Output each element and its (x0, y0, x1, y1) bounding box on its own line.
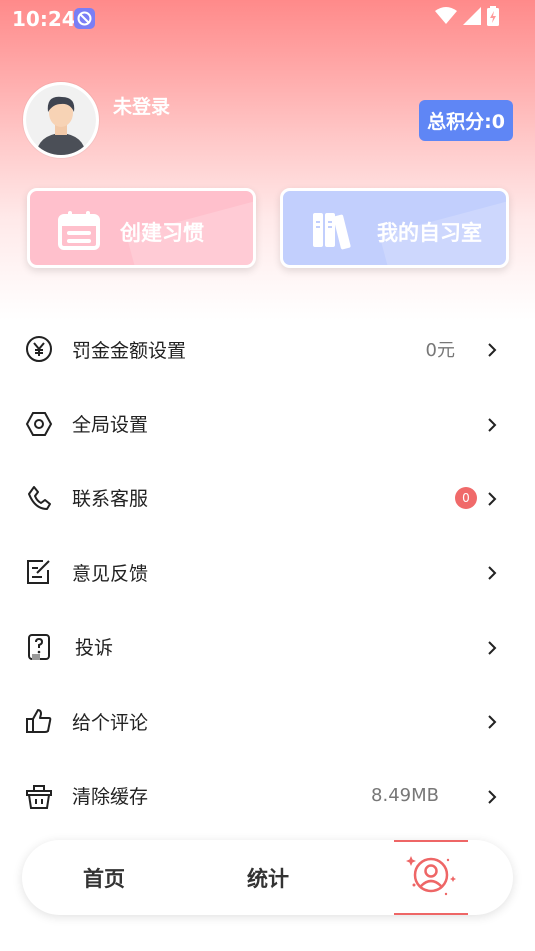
menu-label: 意见反馈 (72, 562, 149, 585)
unread-badge: 0 (455, 486, 477, 509)
complaint-icon (25, 633, 53, 661)
status-time: 10:24 (12, 7, 76, 31)
wifi-icon (435, 7, 457, 29)
bottom-navigation: 首页 统计 (22, 840, 513, 915)
thumbs-up-icon (25, 707, 53, 735)
yen-icon (25, 335, 53, 363)
tab-home[interactable]: 首页 (62, 840, 146, 915)
feedback-edit-icon (25, 558, 53, 586)
signal-icon (463, 7, 481, 29)
basket-icon (25, 782, 53, 810)
phone-icon (25, 484, 53, 512)
cache-size-value: 8.49MB (371, 785, 439, 807)
settings-menu: 罚金金额设置 0元 全局设置 联系客服 0 意见反馈 投诉 给个评论 清除缓存 … (0, 312, 535, 833)
chevron-right-icon (485, 417, 499, 432)
chevron-right-icon (485, 789, 499, 804)
study-room-button[interactable]: 我的自习室 (280, 188, 509, 268)
chevron-right-icon (485, 342, 499, 357)
menu-item-global-settings[interactable]: 全局设置 (0, 386, 535, 460)
login-status[interactable]: 未登录 (113, 92, 170, 119)
chevron-right-icon (485, 640, 499, 655)
menu-label: 给个评论 (72, 711, 149, 734)
menu-item-feedback[interactable]: 意见反馈 (0, 535, 535, 609)
chevron-right-icon (485, 491, 499, 506)
points-badge[interactable]: 总积分:0 (419, 100, 513, 141)
menu-item-review[interactable]: 给个评论 (0, 684, 535, 758)
settings-hex-icon (25, 410, 53, 438)
fine-amount-value: 0元 (425, 340, 455, 362)
status-bar: 10:24 (0, 0, 535, 38)
tab-stats[interactable]: 统计 (226, 840, 310, 915)
create-habit-label: 创建习惯 (120, 221, 204, 245)
calendar-icon (58, 209, 100, 251)
menu-label: 全局设置 (72, 414, 149, 437)
books-icon (311, 209, 353, 251)
create-habit-button[interactable]: 创建习惯 (27, 188, 256, 268)
profile-icon (402, 850, 460, 905)
chevron-right-icon (485, 565, 499, 581)
menu-label: 联系客服 (72, 488, 149, 511)
notification-app-icon (74, 8, 95, 29)
menu-label: 投诉 (75, 637, 114, 660)
menu-item-customer-service[interactable]: 联系客服 0 (0, 461, 535, 535)
chevron-right-icon (485, 714, 499, 729)
battery-icon (487, 6, 499, 30)
tab-profile[interactable] (394, 840, 468, 915)
study-room-label: 我的自习室 (377, 221, 482, 245)
menu-item-clear-cache[interactable]: 清除缓存 8.49MB (0, 758, 535, 832)
header-background (0, 0, 535, 320)
menu-item-fine-amount[interactable]: 罚金金额设置 0元 (0, 312, 535, 386)
menu-label: 清除缓存 (72, 786, 149, 809)
menu-item-complaint[interactable]: 投诉 (0, 610, 535, 684)
menu-label: 罚金金额设置 (72, 339, 187, 362)
avatar[interactable] (23, 82, 99, 158)
